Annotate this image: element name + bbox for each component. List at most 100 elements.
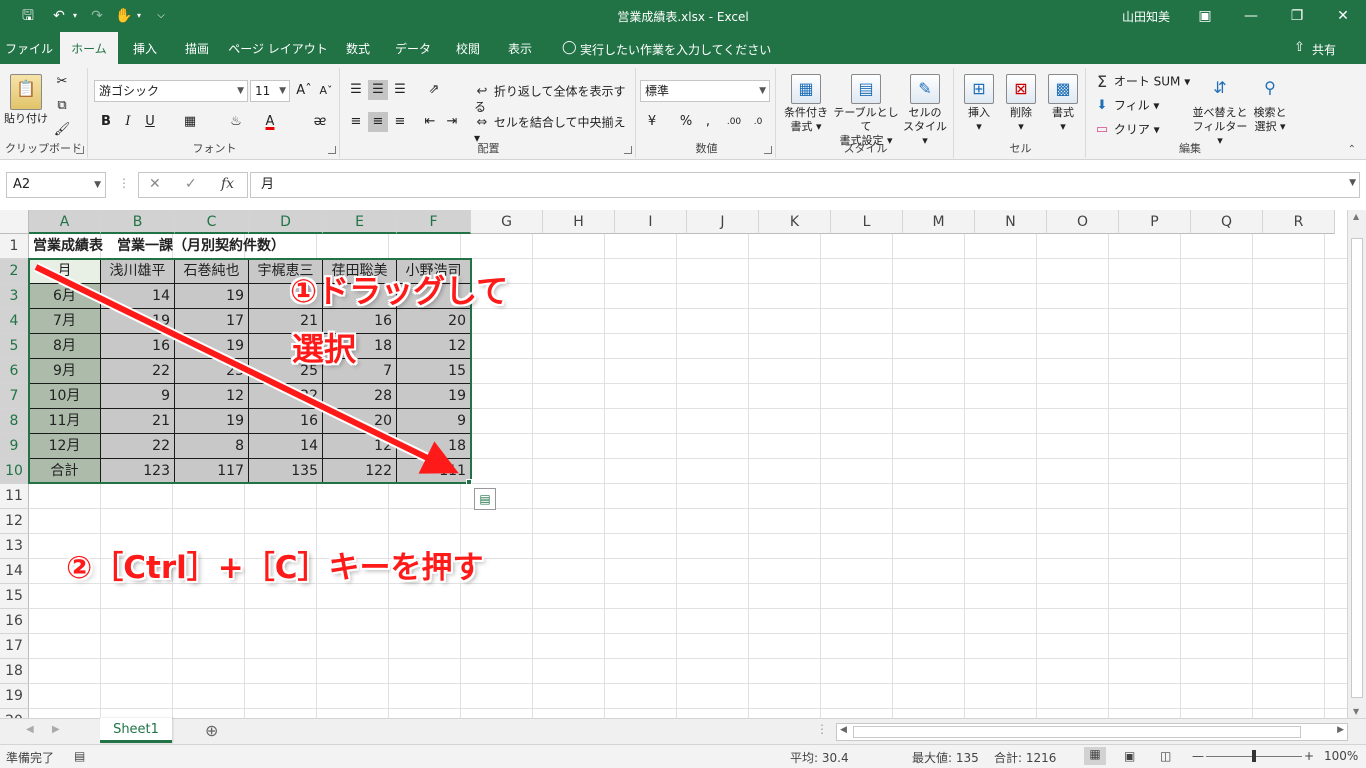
scroll-left-icon[interactable]: ◀	[840, 725, 847, 735]
ribbon-display-icon[interactable]: ▣	[1182, 0, 1228, 32]
prev-sheet-icon[interactable]: ◀	[26, 724, 34, 735]
wrap-text-button[interactable]: ↩ 折り返して全体を表示する	[474, 84, 635, 114]
tab-home[interactable]: ホーム	[60, 32, 118, 65]
format-as-table-button[interactable]: ▤ テーブルとして 書式設定 ▾	[832, 74, 900, 148]
orientation-icon[interactable]: ⇗	[424, 80, 444, 100]
find-select-button[interactable]: ⚲ 検索と 選択 ▾	[1250, 74, 1290, 134]
phonetic-icon[interactable]: ᴂ	[310, 112, 330, 132]
minimize-icon[interactable]: —	[1228, 0, 1274, 32]
normal-view-icon[interactable]: ▦	[1084, 747, 1106, 765]
scroll-down-icon[interactable]: ▼	[1353, 707, 1359, 716]
font-name-combo[interactable]: 游ゴシック ▼	[94, 80, 248, 102]
tab-formulas[interactable]: 数式	[336, 32, 380, 64]
scroll-up-icon[interactable]: ▲	[1353, 212, 1359, 221]
enter-icon[interactable]: ✓	[185, 176, 197, 192]
name-box[interactable]: A2 ▼	[6, 172, 106, 198]
clipboard-icon: 📋	[10, 74, 42, 110]
font-color-icon[interactable]: A	[260, 112, 280, 132]
tell-me-box[interactable]: 実行したい作業を入力してください	[580, 41, 771, 58]
tab-review[interactable]: 校閲	[446, 32, 490, 64]
percent-icon[interactable]: %	[676, 112, 696, 132]
expand-formula-icon[interactable]: ▼	[1349, 178, 1356, 188]
tab-data[interactable]: データ	[386, 32, 440, 64]
formula-bar: A2 ▼ ⋮ ✕ ✓ fx 月 ▼	[0, 160, 1366, 210]
increase-decimal-icon[interactable]: .00	[724, 112, 744, 132]
align-bottom-icon[interactable]: ☰	[390, 80, 410, 100]
zoom-out-icon[interactable]: —	[1192, 749, 1204, 763]
format-painter-icon[interactable]: 🖌	[52, 120, 72, 140]
restore-icon[interactable]: ❐	[1274, 0, 1320, 32]
formula-input[interactable]: 月	[250, 172, 1360, 198]
increase-font-icon[interactable]: Aˆ	[294, 81, 314, 101]
clear-button[interactable]: ▭ クリア ▾	[1094, 122, 1160, 138]
alignment-launcher-icon[interactable]	[624, 146, 632, 154]
status-max[interactable]: 最大値: 135	[912, 749, 979, 766]
align-top-icon[interactable]: ☰	[346, 80, 366, 100]
formula-buttons: ✕ ✓ fx	[138, 172, 248, 198]
tab-page-layout[interactable]: ページ レイアウト	[226, 32, 330, 64]
increase-indent-icon[interactable]: ⇥	[442, 112, 462, 132]
comma-icon[interactable]: ,	[698, 112, 718, 132]
align-right-icon[interactable]: ≡	[390, 112, 410, 132]
number-format-combo[interactable]: 標準 ▼	[640, 80, 770, 102]
autosum-button[interactable]: Σ オート SUM ▾	[1094, 74, 1190, 90]
close-icon[interactable]: ✕	[1320, 0, 1366, 32]
user-name[interactable]: 山田知美	[1122, 8, 1170, 25]
currency-icon[interactable]: ¥	[642, 112, 662, 132]
italic-icon[interactable]: I	[118, 112, 138, 132]
horizontal-scroll-thumb[interactable]	[853, 726, 1301, 738]
borders-icon[interactable]: ▦	[180, 112, 200, 132]
decrease-indent-icon[interactable]: ⇤	[420, 112, 440, 132]
page-break-view-icon[interactable]: ◫	[1160, 749, 1171, 763]
underline-icon[interactable]: U	[140, 112, 160, 132]
macro-record-icon[interactable]: ▤	[74, 749, 85, 763]
paste-button[interactable]: 📋 貼り付け	[4, 74, 48, 126]
align-center-icon[interactable]: ≡	[368, 112, 388, 132]
tab-file[interactable]: ファイル	[0, 32, 58, 64]
tab-split-icon[interactable]: ⋮	[816, 722, 828, 736]
fill-button[interactable]: ⬇ フィル ▾	[1094, 98, 1160, 114]
vertical-scroll-thumb[interactable]	[1351, 238, 1363, 698]
status-average[interactable]: 平均: 30.4	[790, 749, 849, 766]
decrease-decimal-icon[interactable]: .0	[748, 112, 768, 132]
sort-filter-button[interactable]: ⇵ 並べ替えと フィルター ▾	[1192, 74, 1248, 148]
tab-view[interactable]: 表示	[498, 32, 542, 64]
font-launcher-icon[interactable]	[328, 146, 336, 154]
cut-icon[interactable]: ✂	[52, 72, 72, 92]
align-middle-icon[interactable]: ☰	[368, 80, 388, 100]
sheet-tab-sheet1[interactable]: Sheet1	[100, 718, 172, 743]
sigma-icon: Σ	[1096, 72, 1108, 91]
insert-cells-button[interactable]: ⊞ 挿入 ▾	[960, 74, 998, 134]
delete-cells-button[interactable]: ⊠ 削除 ▾	[1002, 74, 1040, 134]
tab-insert[interactable]: 挿入	[122, 32, 168, 64]
horizontal-scrollbar[interactable]: ◀ ▶	[836, 723, 1348, 741]
zoom-in-icon[interactable]: +	[1304, 749, 1314, 763]
cancel-icon[interactable]: ✕	[149, 176, 161, 192]
share-button[interactable]: 共有	[1312, 41, 1336, 58]
cell-styles-button[interactable]: ✎ セルの スタイル ▾	[900, 74, 950, 148]
fill-color-icon[interactable]: ♨	[226, 112, 246, 132]
tab-draw[interactable]: 描画	[174, 32, 220, 64]
zoom-slider-thumb[interactable]	[1252, 750, 1256, 762]
page-layout-view-icon[interactable]: ▣	[1124, 749, 1135, 763]
zoom-level[interactable]: 100%	[1324, 749, 1358, 763]
copy-icon[interactable]: ⧉	[52, 96, 72, 116]
clipboard-launcher-icon[interactable]	[76, 146, 84, 154]
bold-icon[interactable]: B	[96, 112, 116, 132]
decrease-font-icon[interactable]: Aˇ	[316, 81, 336, 101]
new-sheet-icon[interactable]: ⊕	[205, 721, 218, 740]
collapse-ribbon-icon[interactable]: ⌃	[1348, 144, 1356, 155]
insert-function-icon[interactable]: fx	[221, 176, 234, 192]
group-font: 游ゴシック ▼ 11 ▼ Aˆ Aˇ B I U ▦ ♨ A ᴂ フォント	[90, 68, 340, 158]
format-cells-button[interactable]: ▩ 書式 ▾	[1044, 74, 1082, 134]
vertical-scrollbar[interactable]: ▲ ▼	[1347, 210, 1366, 718]
font-size-combo[interactable]: 11 ▼	[250, 80, 290, 102]
scroll-right-icon[interactable]: ▶	[1337, 725, 1344, 735]
number-launcher-icon[interactable]	[764, 146, 772, 154]
group-cells: ⊞ 挿入 ▾ ⊠ 削除 ▾ ▩ 書式 ▾ セル	[956, 68, 1086, 158]
next-sheet-icon[interactable]: ▶	[52, 724, 60, 735]
lightbulb-icon: ◯	[562, 40, 577, 55]
conditional-format-button[interactable]: ▦ 条件付き 書式 ▾	[780, 74, 832, 134]
status-sum[interactable]: 合計: 1216	[994, 749, 1056, 766]
align-left-icon[interactable]: ≡	[346, 112, 366, 132]
